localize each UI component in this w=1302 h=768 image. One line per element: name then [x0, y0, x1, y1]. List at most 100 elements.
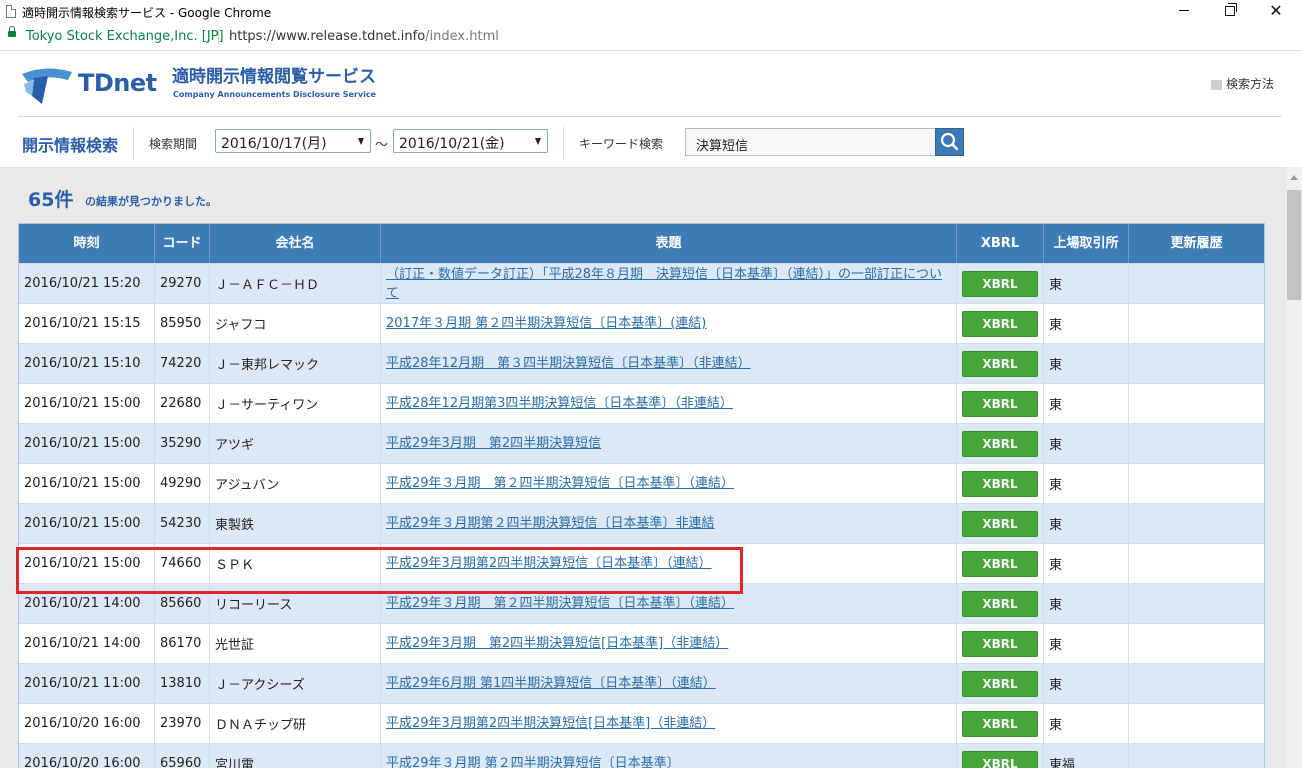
- cell-title: 平成29年3月期第2四半期決算短信[日本基準]（非連結）: [381, 704, 957, 743]
- header-xbrl: XBRL: [957, 224, 1044, 263]
- document-title-link[interactable]: 平成29年３月期 第２四半期決算短信〔日本基準〕（連結）: [386, 474, 734, 493]
- service-title: 適時開示情報閲覧サービス: [172, 67, 376, 87]
- search-help-label: 検索方法: [1226, 77, 1275, 91]
- cell-title: 平成29年３月期 第２四半期決算短信〔日本基準〕（連結）: [381, 464, 957, 503]
- xbrl-button[interactable]: XBRL: [962, 590, 1038, 617]
- xbrl-button[interactable]: XBRL: [962, 270, 1038, 297]
- document-title-link[interactable]: （訂正・数値データ訂正）「平成28年８月期 決算短信〔日本基準〕（連結）」の一部…: [386, 265, 951, 303]
- cell-company: アツギ: [210, 424, 381, 463]
- lock-icon: [8, 26, 16, 37]
- xbrl-button[interactable]: XBRL: [962, 510, 1038, 537]
- divider: [133, 127, 134, 159]
- table-row: 2016/10/21 15:00 54230 東製鉄 平成29年３月期第２四半期決算短…: [19, 503, 1264, 543]
- keyword-input[interactable]: 決算短信: [685, 128, 935, 156]
- book-icon: [1211, 79, 1222, 90]
- table-row: 2016/10/21 15:10 74220 Ｊ－東邦レマック 平成28年12月期 第…: [19, 343, 1264, 383]
- period-label: 検索期間: [149, 137, 198, 151]
- cell-title: 平成29年6月期 第1四半期決算短信〔日本基準〕（連結）: [381, 664, 957, 703]
- xbrl-button[interactable]: XBRL: [962, 310, 1038, 337]
- maximize-button[interactable]: [1207, 0, 1253, 24]
- table-row: 2016/10/20 16:00 23970 ＤＮＡチップ研 平成29年3月期第2四半…: [19, 703, 1264, 743]
- document-title-link[interactable]: 平成28年12月期 第３四半期決算短信〔日本基準〕（非連結）: [386, 354, 751, 373]
- service-subtitle: Company Announcements Disclosure Service: [173, 90, 376, 99]
- cell-title: 平成29年３月期 第２四半期決算短信〔日本基準〕: [381, 744, 957, 768]
- cell-history: [1129, 504, 1264, 543]
- cell-code: 85950: [155, 304, 210, 343]
- cell-company: Ｊ－ＡＦＣ－ＨＤ: [210, 264, 381, 303]
- scrollbar-thumb[interactable]: [1287, 190, 1301, 300]
- cell-code: 74660: [155, 544, 210, 583]
- vertical-scrollbar[interactable]: [1286, 167, 1302, 768]
- cell-history: [1129, 344, 1264, 383]
- xbrl-button[interactable]: XBRL: [962, 470, 1038, 497]
- date-from-select[interactable]: 2016/10/17(月): [215, 129, 371, 153]
- site-identity[interactable]: Tokyo Stock Exchange,Inc. [JP]: [26, 29, 224, 44]
- xbrl-button[interactable]: XBRL: [962, 550, 1038, 577]
- document-title-link[interactable]: 平成29年３月期第２四半期決算短信〔日本基準〕非連結: [386, 514, 715, 533]
- document-title-link[interactable]: 平成29年3月期第2四半期決算短信〔日本基準〕（連結）: [386, 554, 712, 573]
- date-to-select[interactable]: 2016/10/21(金): [393, 129, 548, 153]
- address-bar[interactable]: Tokyo Stock Exchange,Inc. [JP] https://w…: [0, 24, 1302, 51]
- table-row: 2016/10/21 15:00 22680 Ｊ－サーティワン 平成28年12月期第3…: [19, 383, 1264, 423]
- cell-title: 2017年３月期 第２四半期決算短信〔日本基準〕(連結): [381, 304, 957, 343]
- cell-time: 2016/10/20 16:00: [19, 744, 155, 768]
- cell-title: 平成28年12月期 第３四半期決算短信〔日本基準〕（非連結）: [381, 344, 957, 383]
- search-help-link[interactable]: 検索方法: [1211, 75, 1274, 92]
- cell-exchange: 東: [1044, 264, 1129, 303]
- document-title-link[interactable]: 平成29年３月期 第２四半期決算短信〔日本基準〕: [386, 754, 680, 768]
- xbrl-button[interactable]: XBRL: [962, 710, 1038, 737]
- cell-company: 宮川電: [210, 744, 381, 768]
- date-from-value: 2016/10/17(月): [221, 136, 327, 152]
- xbrl-button[interactable]: XBRL: [962, 750, 1038, 768]
- document-title-link[interactable]: 平成29年6月期 第1四半期決算短信〔日本基準〕（連結）: [386, 674, 716, 693]
- cell-exchange: 東: [1044, 704, 1129, 743]
- document-title-link[interactable]: 平成28年12月期第3四半期決算短信〔日本基準〕（非連結）: [386, 394, 733, 413]
- cell-time: 2016/10/21 14:00: [19, 584, 155, 623]
- document-title-link[interactable]: 平成29年3月期 第2四半期決算短信: [386, 434, 601, 453]
- table-row: 2016/10/21 15:00 74660 ＳＰＫ 平成29年3月期第2四半期決算短…: [19, 543, 1264, 583]
- cell-history: [1129, 424, 1264, 463]
- xbrl-button[interactable]: XBRL: [962, 390, 1038, 417]
- cell-company: Ｊ－サーティワン: [210, 384, 381, 423]
- cell-xbrl: XBRL: [957, 264, 1044, 303]
- cell-company: ジャフコ: [210, 304, 381, 343]
- table-row: 2016/10/21 15:20 29270 Ｊ－ＡＦＣ－ＨＤ （訂正・数値データ訂正…: [19, 263, 1264, 303]
- xbrl-button[interactable]: XBRL: [962, 350, 1038, 377]
- logo-text[interactable]: TDnet: [78, 69, 157, 97]
- cell-history: [1129, 584, 1264, 623]
- xbrl-button[interactable]: XBRL: [962, 630, 1038, 657]
- window-title: 適時開示情報検索サービス - Google Chrome: [22, 6, 272, 20]
- close-button[interactable]: ✕: [1253, 0, 1299, 24]
- document-title-link[interactable]: 平成29年３月期 第２四半期決算短信〔日本基準〕（連結）: [386, 594, 734, 613]
- document-title-link[interactable]: 2017年３月期 第２四半期決算短信〔日本基準〕(連結): [386, 314, 706, 333]
- tdnet-logo-icon[interactable]: [20, 66, 72, 104]
- table-row: 2016/10/21 14:00 85660 リコーリース 平成29年３月期 第２四半…: [19, 583, 1264, 623]
- header-code: コード: [155, 224, 210, 263]
- cell-exchange: 東: [1044, 624, 1129, 663]
- cell-xbrl: XBRL: [957, 624, 1044, 663]
- minimize-button[interactable]: [1161, 0, 1207, 24]
- results-table: 時刻 コード 会社名 表題 XBRL 上場取引所 更新履歴 2016/10/21…: [18, 223, 1265, 768]
- cell-xbrl: XBRL: [957, 584, 1044, 623]
- cell-history: [1129, 264, 1264, 303]
- cell-time: 2016/10/21 14:00: [19, 624, 155, 663]
- header-title: 表題: [381, 224, 957, 263]
- cell-company: 光世証: [210, 624, 381, 663]
- xbrl-button[interactable]: XBRL: [962, 430, 1038, 457]
- search-button[interactable]: [935, 128, 964, 156]
- cell-code: 54230: [155, 504, 210, 543]
- cell-company: 東製鉄: [210, 504, 381, 543]
- cell-exchange: 東: [1044, 504, 1129, 543]
- cell-xbrl: XBRL: [957, 424, 1044, 463]
- cell-title: 平成29年3月期 第2四半期決算短信[日本基準]（非連結）: [381, 624, 957, 663]
- scroll-up-icon[interactable]: [1290, 175, 1298, 180]
- cell-exchange: 東: [1044, 304, 1129, 343]
- cell-time: 2016/10/20 16:00: [19, 704, 155, 743]
- cell-code: 74220: [155, 344, 210, 383]
- cell-title: 平成29年３月期 第２四半期決算短信〔日本基準〕（連結）: [381, 584, 957, 623]
- document-title-link[interactable]: 平成29年3月期第2四半期決算短信[日本基準]（非連結）: [386, 714, 715, 733]
- xbrl-button[interactable]: XBRL: [962, 670, 1038, 697]
- document-title-link[interactable]: 平成29年3月期 第2四半期決算短信[日本基準]（非連結）: [386, 634, 728, 653]
- url-text[interactable]: https://www.release.tdnet.info/index.htm…: [229, 29, 499, 44]
- cell-xbrl: XBRL: [957, 464, 1044, 503]
